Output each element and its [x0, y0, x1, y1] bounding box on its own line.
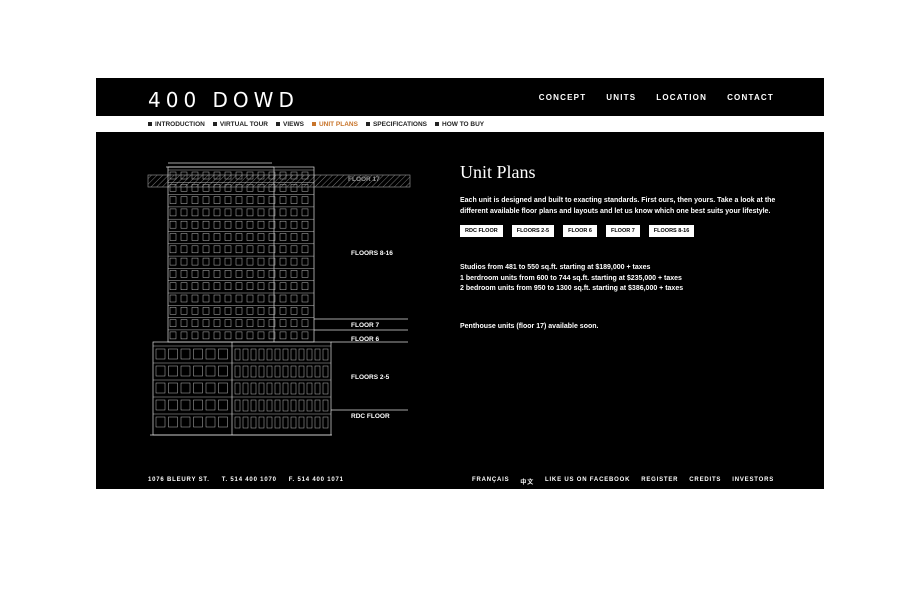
floor-7-button[interactable]: FLOOR 7 [605, 225, 640, 237]
floor-plan-buttons: RDC FLOOR FLOORS 2-5 FLOOR 6 FLOOR 7 FLO… [460, 225, 776, 237]
footer-contact: 1076 BLEURY ST. T. 514 400 1070 F. 514 4… [148, 477, 344, 483]
floors-8-16-label[interactable]: FLOORS 8-16 [351, 250, 393, 257]
penthouse-note: Penthouse units (floor 17) available soo… [460, 322, 599, 330]
floors-2-5-button[interactable]: FLOORS 2-5 [511, 225, 555, 237]
sub-nav-bar: INTRODUCTION VIRTUAL TOUR VIEWS UNIT PLA… [96, 116, 824, 132]
site-logo[interactable]: 400 DOWD [148, 88, 299, 112]
subnav-label: SPECIFICATIONS [372, 120, 428, 128]
site-frame: 400 DOWD CONCEPT UNITS LOCATION CONTACT … [96, 78, 824, 489]
pricing-line-1br: 1 berdroom units from 600 to 744 sq.ft. … [460, 274, 682, 282]
subnav-label: HOW TO BUY [442, 120, 485, 128]
subnav-label: VIRTUAL TOUR [219, 120, 268, 128]
page-title: Unit Plans [460, 162, 536, 182]
subnav-virtual-tour[interactable]: VIRTUAL TOUR [212, 120, 268, 128]
footer-link-facebook[interactable]: LIKE US ON FACEBOOK [545, 477, 630, 486]
subnav-introduction[interactable]: INTRODUCTION [148, 121, 205, 128]
pricing-line-studios: Studios from 481 to 550 sq.ft. starting … [460, 264, 651, 271]
footer-link-francais[interactable]: FRANÇAIS [472, 477, 509, 486]
subnav-label: VIEWS [283, 120, 304, 128]
floor-6-label[interactable]: FLOOR 6 [351, 336, 379, 343]
nav-concept[interactable]: CONCEPT [539, 93, 587, 102]
footer-link-credits[interactable]: CREDITS [689, 477, 721, 486]
intro-text: Each unit is designed and built to exact… [460, 197, 776, 215]
floors-2-5-label[interactable]: FLOORS 2-5 [351, 374, 389, 381]
pricing-info: Studios from 481 to 550 sq.ft. starting … [460, 263, 776, 295]
bullet-square-icon [276, 122, 280, 126]
building-drawing [147, 162, 411, 436]
sub-nav-list: INTRODUCTION VIRTUAL TOUR VIEWS UNIT PLA… [96, 116, 824, 132]
bullet-square-icon [311, 122, 316, 126]
floor-7-label[interactable]: FLOOR 7 [351, 322, 379, 329]
bullet-square-icon [148, 122, 152, 126]
floor-17-label[interactable]: FLOOR 17 [348, 176, 380, 183]
subnav-label: UNIT PLANS [318, 120, 358, 128]
nav-location[interactable]: LOCATION [656, 93, 707, 102]
unit-plans-content: Unit Plans Each unit is designed and bui… [460, 162, 776, 330]
subnav-specifications[interactable]: SPECIFICATIONS [365, 120, 428, 128]
nav-units[interactable]: UNITS [606, 93, 636, 102]
building-elevation: FLOOR 17 FLOORS 8-16 FLOOR 7 FLOOR 6 FLO… [136, 162, 436, 442]
rdc-floor-label[interactable]: RDC FLOOR [351, 413, 390, 420]
bullet-square-icon [435, 122, 440, 126]
bullet-square-icon [365, 122, 370, 126]
subnav-how-to-buy[interactable]: HOW TO BUY [435, 121, 484, 128]
subnav-views[interactable]: VIEWS [276, 121, 304, 128]
subnav-unit-plans[interactable]: UNIT PLANS [311, 120, 358, 128]
footer-link-chinese[interactable]: 中文 [520, 477, 534, 486]
main-nav: CONCEPT UNITS LOCATION CONTACT [539, 93, 774, 102]
pricing-line-2br: 2 bedroom units from 950 to 1300 sq.ft. … [460, 285, 684, 292]
floors-8-16-button[interactable]: FLOORS 8-16 [648, 225, 695, 237]
footer-link-register[interactable]: REGISTER [641, 477, 678, 486]
floor-6-button[interactable]: FLOOR 6 [563, 225, 597, 237]
footer-fax: F. 514 400 1071 [288, 477, 344, 483]
footer-address: 1076 BLEURY ST. [148, 477, 210, 483]
nav-contact[interactable]: CONTACT [727, 93, 774, 102]
footer-links: FRANÇAIS 中文 LIKE US ON FACEBOOK REGISTER… [472, 477, 774, 486]
subnav-label: INTRODUCTION [155, 120, 205, 128]
rdc-floor-button[interactable]: RDC FLOOR [460, 225, 503, 237]
footer-link-investors[interactable]: INVESTORS [732, 477, 774, 486]
bullet-square-icon [212, 122, 217, 126]
footer-phone: T. 514 400 1070 [221, 477, 277, 483]
